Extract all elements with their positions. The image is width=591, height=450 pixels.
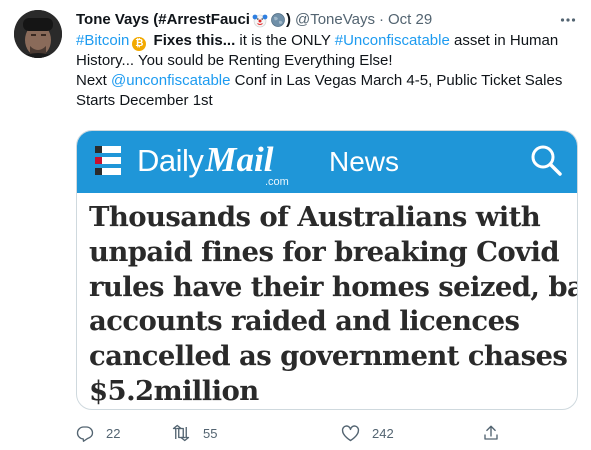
globe-icon: [270, 12, 286, 28]
tweet-text-segment: asset in Human: [449, 32, 559, 49]
share-icon: [484, 425, 498, 440]
dailymail-header: DailyMail .com News: [77, 131, 577, 193]
avatar[interactable]: [14, 10, 62, 58]
tweet-text-line: Starts December 1st: [76, 92, 213, 109]
tweet-text-line: Next @unconfiscatable Conf in Las Vegas …: [76, 71, 576, 91]
tweet-header: Tone Vays (#ArrestFauci ) @ToneVays · Oc…: [76, 10, 576, 30]
like-button[interactable]: 242: [341, 424, 394, 442]
media-card[interactable]: DailyMail .com News Thousands of Austral…: [76, 130, 578, 410]
tweet-date[interactable]: Oct 29: [388, 10, 432, 30]
section-label: News: [329, 146, 400, 177]
dailymail-logo: DailyMail .com: [137, 140, 289, 188]
headline-line: rules have their homes seized, bank: [89, 270, 578, 303]
menu-icon: [93, 142, 123, 180]
tweet-body: Tone Vays (#ArrestFauci ) @ToneVays · Oc…: [76, 10, 576, 111]
reply-icon: [76, 426, 94, 442]
tweet-text-line: History... You sould be Renting Everythi…: [76, 52, 393, 69]
brand-daily: Daily: [137, 143, 204, 178]
tweet-actions: 22 55 242: [76, 422, 516, 444]
tweet-text-line: #Bitcoin ₿ Fixes this... it is the ONLY #…: [76, 31, 576, 51]
avatar-photo: [14, 10, 62, 58]
headline-line: cancelled as government chases: [89, 340, 568, 373]
user-handle[interactable]: @ToneVays: [295, 10, 375, 30]
tweet-text-segment: it is the ONLY: [235, 32, 335, 49]
reply-count: 22: [106, 425, 121, 441]
tweet-text: #Bitcoin ₿ Fixes this... it is the ONLY #…: [76, 31, 576, 111]
retweet-count: 55: [203, 425, 218, 441]
heart-icon: [341, 425, 360, 442]
headline-line: unpaid fines for breaking Covid: [89, 235, 560, 268]
more-icon: [560, 18, 576, 22]
like-count: 242: [372, 425, 394, 441]
brand-mail: Mail: [205, 140, 274, 179]
clown-face-icon: [252, 12, 268, 28]
retweet-icon: [172, 424, 190, 442]
article-headline: Thousands of Australians with unpaid fin…: [77, 193, 577, 409]
share-button[interactable]: [482, 424, 500, 442]
separator-dot: ·: [378, 11, 384, 28]
bitcoin-icon: ₿: [132, 37, 147, 51]
tweet-text-segment: Conf in Las Vegas March 4-5, Public Tick…: [230, 72, 563, 89]
hashtag-bitcoin[interactable]: #Bitcoin: [76, 32, 129, 49]
fixes-this-text: Fixes this...: [153, 32, 236, 49]
brand-com: .com: [265, 176, 289, 188]
display-name-close: ): [285, 11, 291, 28]
hashtag-unconfiscatable[interactable]: #Unconfiscatable: [335, 32, 450, 49]
more-options-button[interactable]: [558, 10, 578, 30]
tweet-text-segment: Next: [76, 72, 112, 89]
mention-unconfiscatable[interactable]: @unconfiscatable: [111, 72, 230, 89]
headline-line: $5.2million: [89, 374, 259, 407]
search-icon: [531, 145, 562, 176]
display-name[interactable]: Tone Vays (#ArrestFauci: [76, 10, 250, 30]
reply-button[interactable]: 22: [76, 424, 120, 442]
headline-line: accounts raided and licences: [89, 305, 520, 338]
headline-line: Thousands of Australians with: [89, 201, 541, 233]
retweet-button[interactable]: 55: [171, 424, 217, 442]
